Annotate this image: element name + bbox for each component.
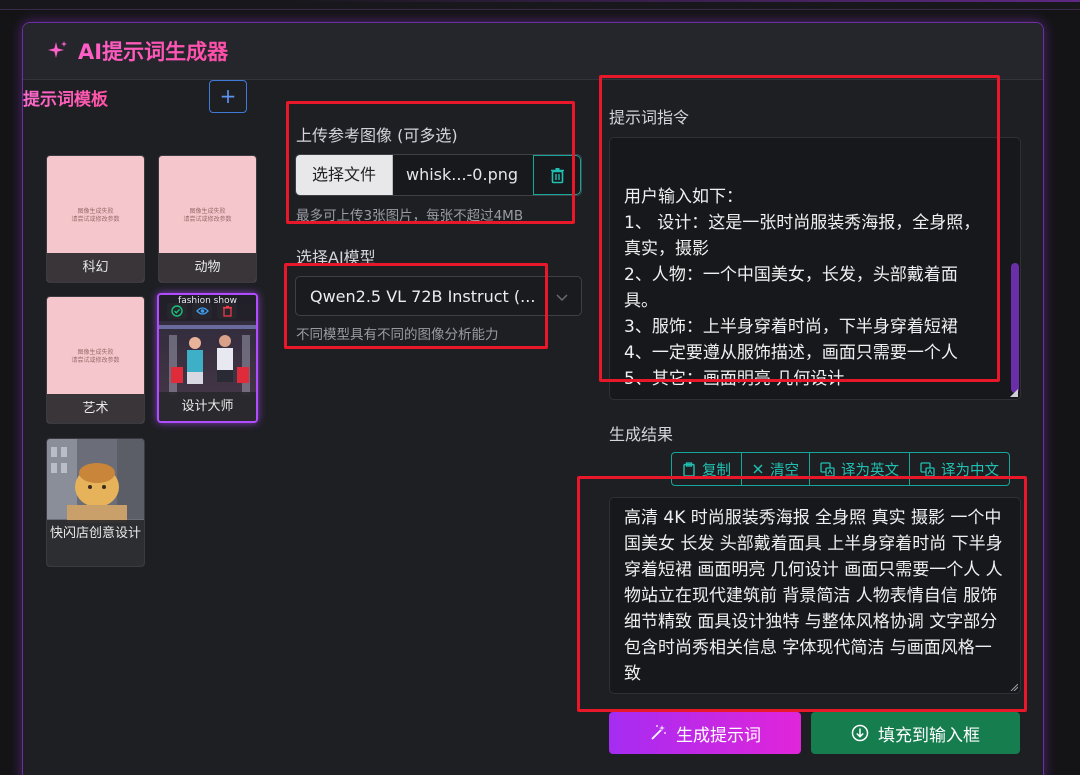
result-toolbar: 复制 清空 译为英文 译为中文 bbox=[671, 452, 1010, 486]
placeholder-text: 图像生成失败 请尝试或修改参数 bbox=[71, 208, 120, 223]
choose-file-button[interactable]: 选择文件 bbox=[296, 155, 393, 195]
top-bar bbox=[0, 0, 1080, 10]
upload-hint: 最多可上传3张图片，每张不超过4MB bbox=[296, 208, 524, 224]
template-label: 科幻 bbox=[47, 253, 144, 282]
template-label: 艺术 bbox=[47, 394, 144, 423]
template-card-scifi[interactable]: 图像生成失败 请尝试或修改参数 科幻 bbox=[46, 155, 145, 283]
instruction-textarea[interactable]: 用户输入如下： 1、 设计：这是一张时尚服装秀海报，全身照， 真实，摄影 2、人… bbox=[609, 137, 1021, 400]
generate-prompt-button[interactable]: 生成提示词 bbox=[609, 712, 801, 754]
eye-icon[interactable] bbox=[192, 303, 212, 319]
copy-button[interactable]: 复制 bbox=[672, 453, 742, 485]
panel-header: AI提示词生成器 bbox=[23, 23, 1043, 80]
chevron-down-icon bbox=[556, 294, 568, 302]
scrollbar[interactable] bbox=[1011, 263, 1019, 393]
add-template-button[interactable]: + bbox=[209, 80, 247, 113]
upload-label: 上传参考图像 (可多选) bbox=[296, 126, 458, 145]
translate-chinese-button[interactable]: 译为中文 bbox=[910, 453, 1009, 485]
instruction-label: 提示词指令 bbox=[609, 108, 690, 127]
trash-icon[interactable] bbox=[217, 303, 237, 319]
template-card-design-master[interactable]: fashion show 设计大师 bbox=[157, 293, 258, 423]
template-card-animal[interactable]: 图像生成失败 请尝试或修改参数 动物 bbox=[158, 155, 257, 283]
card-actions bbox=[167, 303, 237, 319]
trash-icon bbox=[550, 167, 564, 183]
sparkle-icon bbox=[48, 41, 67, 58]
model-label: 选择AI模型 bbox=[296, 248, 376, 267]
model-hint: 不同模型具有不同的图像分析能力 bbox=[296, 327, 499, 343]
resize-handle-icon[interactable] bbox=[1010, 683, 1018, 691]
fill-input-button[interactable]: 填充到输入框 bbox=[811, 712, 1020, 754]
template-label: 设计大师 bbox=[159, 392, 256, 421]
placeholder-text: 图像生成失败 请尝试或修改参数 bbox=[183, 208, 232, 223]
selected-file-name: whisk...-0.png bbox=[406, 165, 519, 184]
translate-english-button[interactable]: 译为英文 bbox=[810, 453, 910, 485]
result-label: 生成结果 bbox=[609, 425, 674, 444]
model-selected-value: Qwen2.5 VL 72B Instruct (... bbox=[310, 287, 536, 306]
delete-file-button[interactable] bbox=[533, 155, 581, 195]
result-textarea[interactable]: 高清 4K 时尚服装秀海报 全身照 真实 摄影 一个中 国美女 长发 头部戴着面… bbox=[609, 497, 1021, 694]
placeholder-text: 图像生成失败 请尝试或修改参数 bbox=[71, 349, 120, 364]
templates-heading: 提示词模板 bbox=[23, 85, 108, 110]
template-card-art[interactable]: 图像生成失败 请尝试或修改参数 艺术 bbox=[46, 296, 145, 424]
translate-icon bbox=[920, 461, 935, 477]
model-select[interactable]: Qwen2.5 VL 72B Instruct (... bbox=[295, 276, 582, 316]
magic-wand-icon bbox=[651, 725, 666, 740]
template-label: 快闪店创意设计 bbox=[47, 520, 144, 566]
page-title: AI提示词生成器 bbox=[78, 36, 228, 66]
clear-button[interactable]: 清空 bbox=[742, 453, 810, 485]
clipboard-icon bbox=[683, 461, 695, 477]
apply-icon[interactable] bbox=[167, 303, 187, 319]
template-card-popup-store[interactable]: 快闪店创意设计 bbox=[46, 438, 145, 567]
translate-icon bbox=[820, 461, 835, 477]
template-label: 动物 bbox=[159, 253, 256, 282]
close-icon bbox=[753, 464, 763, 474]
file-upload-control: 选择文件 whisk...-0.png bbox=[295, 154, 582, 196]
arrow-down-circle-icon bbox=[851, 724, 869, 742]
resize-handle-icon[interactable] bbox=[1010, 389, 1018, 397]
